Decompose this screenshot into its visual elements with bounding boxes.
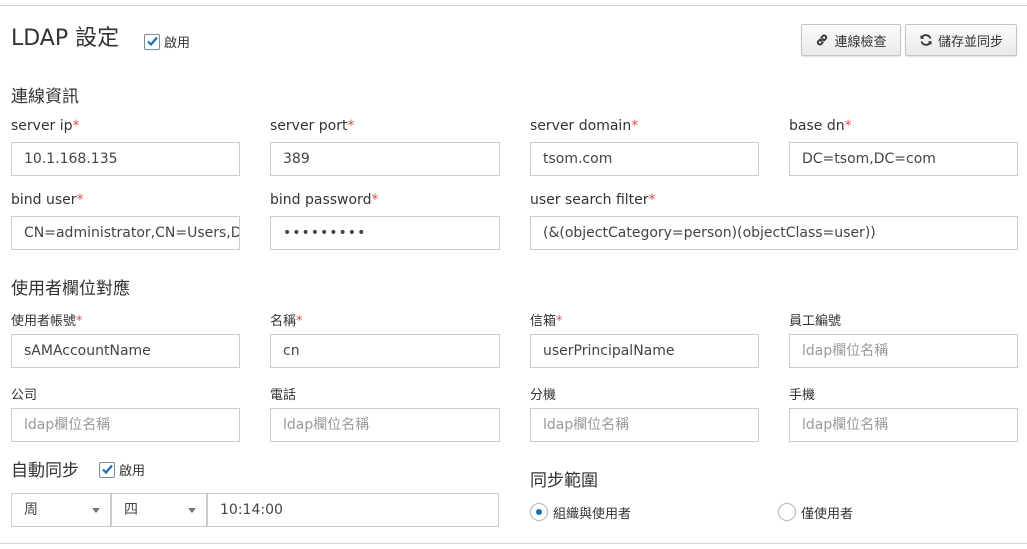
employee-id-label: 員工編號 [789,314,842,329]
bind-password-label: bind password* [270,192,379,208]
bottom-divider [0,543,1027,544]
name-input[interactable]: cn [270,334,500,368]
bind-user-input[interactable]: CN=administrator,CN=Users,DC=tsom,DC=com [11,216,240,250]
refresh-icon [919,33,933,47]
server-domain-input[interactable]: tsom.com [530,142,759,176]
mobile-input[interactable]: ldap欄位名稱 [789,408,1018,442]
bind-password-input[interactable]: ••••••••• [270,216,500,250]
radio-selected-icon [536,509,542,515]
save-and-sync-button[interactable]: 儲存並同步 [905,24,1017,56]
extension-input[interactable]: ldap欄位名稱 [530,408,759,442]
sync-period-value: 周 [24,502,38,518]
checkbox-checked-icon [99,461,115,478]
top-divider [0,5,1027,6]
page-title: LDAP 設定 [11,26,120,51]
user-search-filter-label: user search filter* [530,192,656,208]
checkbox-checked-icon [144,33,160,50]
bind-user-label: bind user* [11,192,84,208]
ldap-enable-checkbox[interactable]: 啟用 [144,31,190,51]
company-input[interactable]: ldap欄位名稱 [11,408,240,442]
connection-test-label: 連線檢查 [834,34,887,50]
phone-input[interactable]: ldap欄位名稱 [270,408,500,442]
ldap-enable-label: 啟用 [164,36,191,51]
sync-time-input[interactable]: 10:14:00 [207,493,499,527]
link-icon [815,33,829,47]
phone-label: 電話 [270,388,297,403]
scope-org-and-users-radio[interactable] [530,503,548,521]
account-input[interactable]: sAMAccountName [11,334,240,368]
company-label: 公司 [11,388,38,403]
sync-weekday-select[interactable]: 四 [111,493,207,527]
chevron-down-icon [188,508,196,513]
base-dn-input[interactable]: DC=tsom,DC=com [789,142,1018,176]
server-ip-input[interactable]: 10.1.168.135 [11,142,240,176]
email-input[interactable]: userPrincipalName [530,334,759,368]
mapping-section-title: 使用者欄位對應 [11,279,130,299]
extension-label: 分機 [530,388,557,403]
sync-period-select[interactable]: 周 [11,493,111,527]
auto-sync-enable-label: 啟用 [119,464,146,479]
user-search-filter-input[interactable]: (&(objectCategory=person)(objectClass=us… [530,216,1018,250]
mobile-label: 手機 [789,388,816,403]
base-dn-label: base dn* [789,118,852,134]
scope-org-and-users-label: 組織與使用者 [553,507,632,522]
sync-weekday-value: 四 [124,502,138,518]
server-port-input[interactable]: 389 [270,142,500,176]
name-label: 名稱* [270,314,303,329]
chevron-down-icon [92,508,100,513]
save-and-sync-label: 儲存並同步 [937,34,1003,50]
employee-id-input[interactable]: ldap欄位名稱 [789,334,1018,368]
connection-test-button[interactable]: 連線檢查 [801,24,901,56]
account-label: 使用者帳號* [11,314,83,329]
auto-sync-section-title: 自動同步 [11,461,79,481]
server-domain-label: server domain* [530,118,639,134]
server-port-label: server port* [270,118,355,134]
auto-sync-enable-checkbox[interactable]: 啟用 [99,459,145,479]
sync-scope-section-title: 同步範圍 [530,471,598,491]
connection-section-title: 連線資訊 [11,87,79,107]
server-ip-label: server ip* [11,118,80,134]
email-label: 信箱* [530,314,563,329]
scope-users-only-radio[interactable] [778,503,796,521]
scope-users-only-label: 僅使用者 [801,507,854,522]
